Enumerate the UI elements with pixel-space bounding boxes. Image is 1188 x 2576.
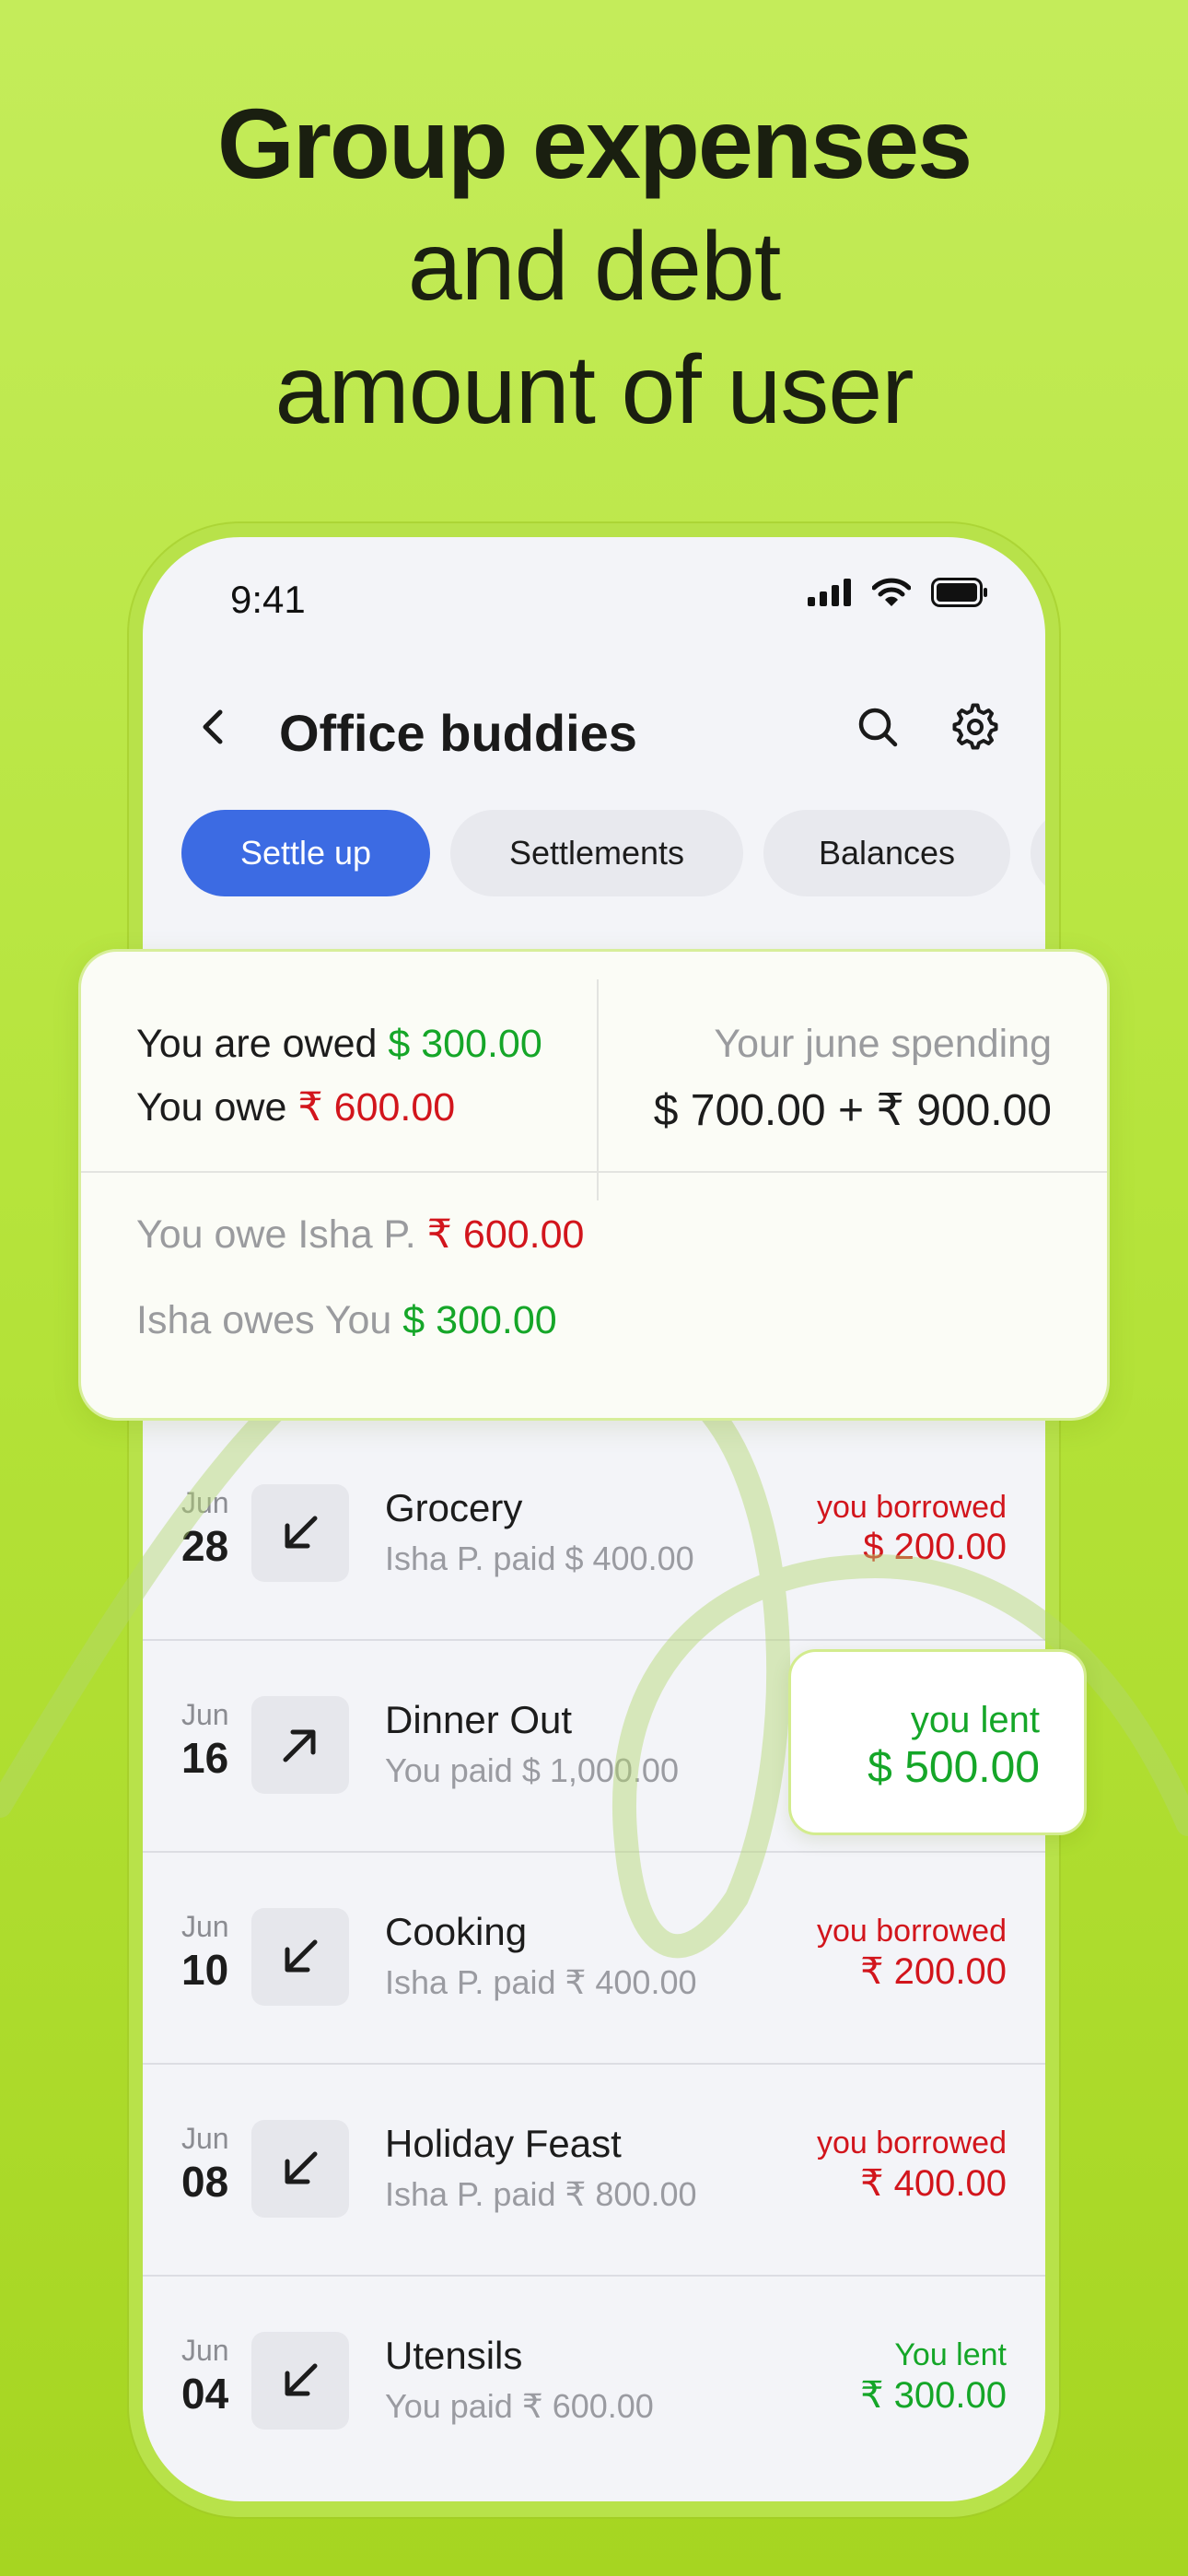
transaction-row[interactable]: Jun 28 Grocery Isha P. paid $ 400.00 you… — [143, 1429, 1045, 1641]
owe-label: You owe — [136, 1085, 298, 1130]
owed-amount: $ 300.00 — [388, 1022, 542, 1066]
row-amount: ₹ 300.00 — [860, 2375, 1007, 2416]
credit-detail-amount: $ 300.00 — [402, 1298, 557, 1342]
hero-line-1: Group expenses — [216, 88, 973, 199]
row-status: you borrowed — [816, 2125, 1007, 2160]
row-title: Utensils — [385, 2334, 523, 2377]
card-divider-vertical — [597, 979, 599, 1200]
hero-line-2: and debt — [407, 212, 782, 321]
row-title: Grocery — [385, 1486, 523, 1529]
balance-summary-card: You are owed $ 300.00 You owe ₹ 600.00 Y… — [78, 949, 1110, 1421]
transaction-row[interactable]: Jun 04 Utensils You paid ₹ 600.00 You le… — [143, 2277, 1045, 2488]
arrow-down-left-icon — [251, 1908, 349, 2006]
debt-detail-amount: ₹ 600.00 — [426, 1212, 585, 1257]
arrow-up-right-icon — [251, 1696, 349, 1794]
app-header: Office buddies — [143, 675, 1045, 777]
hero-line-3: amount of user — [274, 335, 914, 444]
row-status: you borrowed — [816, 1914, 1007, 1949]
gear-icon — [952, 703, 998, 750]
row-subtitle: Isha P. paid ₹ 400.00 — [385, 1963, 697, 2001]
hero-title: Group expenses and debt amount of user — [0, 83, 1188, 451]
row-amount: ₹ 400.00 — [860, 2163, 1007, 2204]
back-arrow-icon — [203, 709, 223, 744]
row-day: 10 — [181, 1946, 229, 1994]
row-title: Dinner Out — [385, 1698, 573, 1741]
page-title: Office buddies — [279, 704, 637, 762]
row-title: Cooking — [385, 1910, 528, 1953]
lent-amount: $ 500.00 — [868, 1743, 1040, 1792]
card-divider-horizontal — [81, 1171, 1107, 1173]
status-time: 9:41 — [230, 578, 306, 621]
row-title: Holiday Feast — [385, 2122, 622, 2165]
status-icons — [808, 578, 988, 607]
transaction-row[interactable]: Jun 10 Cooking Isha P. paid ₹ 400.00 you… — [143, 1853, 1045, 2065]
row-status: You lent — [894, 2337, 1007, 2372]
settings-button[interactable] — [949, 701, 1001, 753]
back-button[interactable] — [189, 701, 240, 753]
tab-bar: Settle up Settlements Balances — [181, 810, 1045, 896]
owe-summary: You owe ₹ 600.00 — [136, 1084, 455, 1130]
settle-up-button[interactable]: Settle up — [181, 810, 430, 896]
spending-amount: $ 700.00 + ₹ 900.00 — [653, 1086, 1052, 1135]
owed-label: You are owed — [136, 1022, 389, 1066]
row-month: Jun — [181, 2122, 229, 2155]
lent-highlight-card: you lent $ 500.00 — [788, 1649, 1087, 1835]
credit-detail-label: Isha owes You — [136, 1298, 403, 1342]
tab-more[interactable] — [1031, 810, 1045, 896]
tab-balances[interactable]: Balances — [763, 810, 1010, 896]
debt-detail: You owe Isha P. ₹ 600.00 — [136, 1212, 584, 1258]
arrow-down-left-icon — [251, 2120, 349, 2218]
row-subtitle: Isha P. paid ₹ 800.00 — [385, 2175, 697, 2213]
transaction-row[interactable]: Jun 08 Holiday Feast Isha P. paid ₹ 800.… — [143, 2065, 1045, 2277]
credit-detail: Isha owes You $ 300.00 — [136, 1298, 557, 1343]
row-subtitle: You paid ₹ 600.00 — [385, 2387, 654, 2425]
row-day: 04 — [181, 2370, 229, 2418]
row-amount: $ 200.00 — [863, 1527, 1007, 1567]
row-status: you borrowed — [816, 1490, 1007, 1525]
battery-icon — [931, 578, 987, 607]
arrow-down-left-icon — [251, 2332, 349, 2430]
debt-detail-label: You owe Isha P. — [136, 1212, 427, 1257]
row-subtitle: You paid $ 1,000.00 — [385, 1751, 679, 1789]
row-day: 08 — [181, 2158, 229, 2206]
owed-summary: You are owed $ 300.00 — [136, 1022, 542, 1067]
row-amount: ₹ 200.00 — [860, 1951, 1007, 1992]
row-month: Jun — [181, 1910, 229, 1943]
spending-label: Your june spending — [714, 1022, 1052, 1066]
wifi-icon — [872, 578, 911, 606]
search-icon — [858, 708, 898, 747]
search-button[interactable] — [852, 701, 903, 753]
row-month: Jun — [181, 1486, 229, 1519]
signal-icon — [808, 579, 851, 606]
lent-status: you lent — [910, 1700, 1040, 1740]
row-month: Jun — [181, 1698, 229, 1731]
row-day: 28 — [181, 1522, 229, 1570]
tab-settlements[interactable]: Settlements — [450, 810, 743, 896]
row-day: 16 — [181, 1734, 229, 1782]
owe-amount: ₹ 600.00 — [297, 1085, 456, 1130]
arrow-down-left-icon — [251, 1484, 349, 1582]
phone-screen: 9:41 Office buddies Settle up Settlement… — [143, 537, 1045, 2501]
row-subtitle: Isha P. paid $ 400.00 — [385, 1540, 694, 1577]
row-month: Jun — [181, 2334, 229, 2367]
